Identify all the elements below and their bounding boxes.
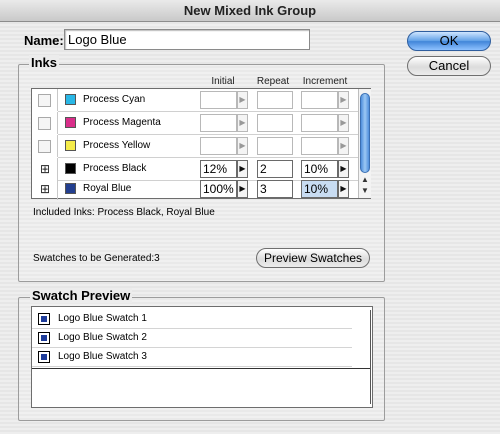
repeat-field[interactable] <box>257 91 293 109</box>
name-label: Name: <box>24 33 64 48</box>
include-toggle-icon[interactable]: ⊞ <box>38 162 52 176</box>
scroll-thumb[interactable] <box>360 93 370 173</box>
include-toggle-icon[interactable]: ⊞ <box>38 182 52 196</box>
repeat-field[interactable]: 2 <box>257 160 293 178</box>
initial-field[interactable] <box>200 137 237 155</box>
increment-stepper[interactable]: ▶ <box>338 160 349 178</box>
include-checkbox[interactable] <box>38 117 51 130</box>
ink-swatch <box>65 94 76 105</box>
include-checkbox[interactable] <box>38 140 51 153</box>
repeat-field[interactable] <box>257 137 293 155</box>
preview-swatches-button[interactable]: Preview Swatches <box>256 248 370 268</box>
ok-button[interactable]: OK <box>407 31 491 51</box>
swatch-count-text: Swatches to be Generated:3 <box>33 253 160 264</box>
list-item[interactable]: Logo Blue Swatch 3 <box>32 348 352 367</box>
ink-swatch <box>65 140 76 151</box>
initial-stepper[interactable]: ▶ <box>237 160 248 178</box>
ink-row: Process Magenta ▶ ▶ <box>32 112 358 134</box>
repeat-field[interactable] <box>257 114 293 132</box>
initial-field[interactable]: 100% <box>200 180 237 198</box>
ink-name: Royal Blue <box>83 183 132 194</box>
increment-field[interactable]: 10% <box>301 180 338 198</box>
ink-name: Process Black <box>83 163 147 174</box>
increment-stepper[interactable]: ▶ <box>338 91 349 109</box>
initial-stepper[interactable]: ▶ <box>237 91 248 109</box>
window-title: New Mixed Ink Group <box>0 0 500 22</box>
inks-scrollbar[interactable]: ▲ ▼ <box>358 89 371 198</box>
col-header-repeat: Repeat <box>256 76 290 87</box>
increment-field[interactable] <box>301 137 338 155</box>
initial-stepper[interactable]: ▶ <box>237 114 248 132</box>
swatch-name: Logo Blue Swatch 2 <box>58 332 147 343</box>
scroll-down-icon[interactable]: ▼ <box>361 186 369 195</box>
swatch-preview-list: Logo Blue Swatch 1 Logo Blue Swatch 2 Lo… <box>31 306 373 408</box>
include-checkbox[interactable] <box>38 94 51 107</box>
initial-field[interactable] <box>200 91 237 109</box>
increment-stepper[interactable]: ▶ <box>338 137 349 155</box>
name-input[interactable]: Logo Blue <box>64 29 310 50</box>
swatch-name: Logo Blue Swatch 1 <box>58 313 147 324</box>
ink-row: Process Yellow ▶ ▶ <box>32 135 358 157</box>
increment-field[interactable] <box>301 114 338 132</box>
cancel-button[interactable]: Cancel <box>407 56 491 76</box>
repeat-field[interactable]: 3 <box>257 180 293 198</box>
increment-field[interactable]: 10% <box>301 160 338 178</box>
ink-name: Process Yellow <box>83 140 151 151</box>
swatch-color-icon <box>38 313 50 325</box>
ink-row: Process Cyan ▶ ▶ <box>32 89 358 111</box>
ink-name: Process Magenta <box>83 117 161 128</box>
ink-row: ⊞ Royal Blue 100% ▶ 3 10% ▶ <box>32 178 358 200</box>
increment-field[interactable] <box>301 91 338 109</box>
increment-stepper[interactable]: ▶ <box>338 180 349 198</box>
ink-swatch <box>65 117 76 128</box>
ink-row: ⊞ Process Black 12% ▶ 2 10% ▶ <box>32 158 358 180</box>
swatch-name: Logo Blue Swatch 3 <box>58 351 147 362</box>
swatch-color-icon <box>38 332 50 344</box>
col-header-initial: Initial <box>211 76 235 87</box>
list-item[interactable]: Logo Blue Swatch 1 <box>32 310 352 329</box>
list-item[interactable]: Logo Blue Swatch 2 <box>32 329 352 348</box>
initial-field[interactable]: 12% <box>200 160 237 178</box>
initial-stepper[interactable]: ▶ <box>237 180 248 198</box>
col-header-increment: Increment <box>302 76 348 87</box>
initial-stepper[interactable]: ▶ <box>237 137 248 155</box>
ink-name: Process Cyan <box>83 94 146 105</box>
increment-stepper[interactable]: ▶ <box>338 114 349 132</box>
inks-group-label: Inks <box>29 55 60 70</box>
inks-table: Process Cyan ▶ ▶ Process Magenta ▶ ▶ Pro… <box>31 88 371 200</box>
initial-field[interactable] <box>200 114 237 132</box>
scroll-up-icon[interactable]: ▲ <box>361 175 369 184</box>
swatch-preview-label: Swatch Preview <box>30 288 133 303</box>
swatch-color-icon <box>38 351 50 363</box>
included-inks-text: Included Inks: Process Black, Royal Blue <box>33 207 215 218</box>
ink-swatch <box>65 163 76 174</box>
ink-swatch <box>65 183 76 194</box>
